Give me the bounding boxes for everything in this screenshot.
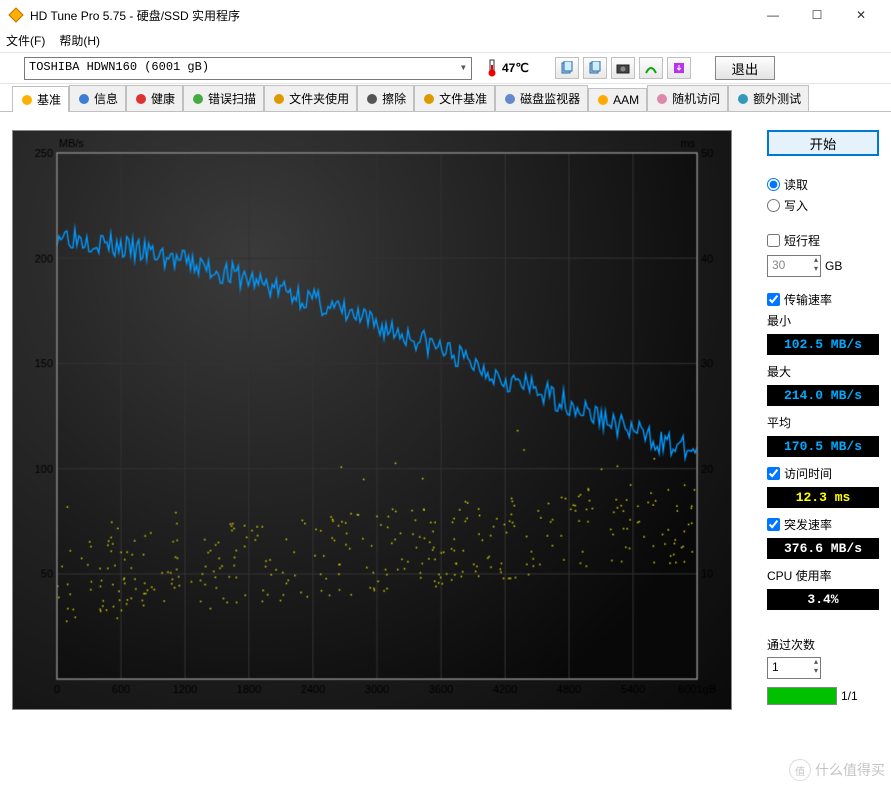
benchmark-chart	[12, 130, 732, 710]
tabbar: 基准信息健康错误扫描文件夹使用擦除文件基准磁盘监视器AAM随机访问额外测试	[0, 84, 891, 112]
drive-select[interactable]: TOSHIBA HDWN160 (6001 gB)	[24, 57, 472, 80]
short-stroke-spin[interactable]: 30	[767, 255, 821, 277]
min-value: 102.5 MB/s	[767, 334, 879, 355]
tab-icon	[272, 92, 286, 106]
tab-5[interactable]: 擦除	[357, 85, 414, 111]
menubar: 文件(F) 帮助(H)	[0, 30, 891, 52]
tab-0[interactable]: 基准	[12, 86, 69, 112]
tab-2[interactable]: 健康	[126, 85, 183, 111]
temperature: 47℃	[486, 59, 529, 77]
passes-label: 通过次数	[767, 636, 879, 653]
passes-spin[interactable]: 1	[767, 657, 821, 679]
gb-label: GB	[825, 259, 842, 273]
passes-progress-text: 1/1	[841, 689, 858, 703]
copy-text-button[interactable]	[555, 57, 579, 79]
menu-help[interactable]: 帮助(H)	[59, 32, 100, 50]
tab-icon	[77, 92, 91, 106]
tab-1[interactable]: 信息	[69, 85, 126, 111]
settings-button[interactable]	[639, 57, 663, 79]
side-panel: 开始 读取 写入 短行程 30 GB 传输速率 最小 102.5 MB/s 最大…	[767, 130, 879, 710]
thermometer-icon	[486, 59, 498, 77]
tab-icon	[365, 92, 379, 106]
read-radio[interactable]: 读取	[767, 176, 879, 193]
access-value: 12.3 ms	[767, 487, 879, 508]
tab-6[interactable]: 文件基准	[414, 85, 495, 111]
exit-button[interactable]: 退出	[715, 56, 775, 80]
temperature-value: 47℃	[502, 61, 529, 75]
tab-10[interactable]: 额外测试	[728, 85, 809, 111]
passes-progress	[767, 687, 837, 705]
tab-4[interactable]: 文件夹使用	[264, 85, 357, 111]
burst-value: 376.6 MB/s	[767, 538, 879, 559]
tab-icon	[596, 93, 610, 107]
screenshot-button[interactable]	[611, 57, 635, 79]
max-label: 最大	[767, 363, 879, 380]
tab-icon	[20, 93, 34, 107]
access-time-check[interactable]: 访问时间	[767, 465, 879, 482]
cpu-label: CPU 使用率	[767, 567, 879, 584]
toolbar-icons	[555, 57, 691, 79]
avg-value: 170.5 MB/s	[767, 436, 879, 457]
window-title: HD Tune Pro 5.75 - 硬盘/SSD 实用程序	[30, 7, 751, 24]
titlebar: HD Tune Pro 5.75 - 硬盘/SSD 实用程序 — ☐ ✕	[0, 0, 891, 30]
tab-8[interactable]: AAM	[588, 88, 647, 111]
start-button[interactable]: 开始	[767, 130, 879, 156]
transfer-rate-check[interactable]: 传输速率	[767, 291, 879, 308]
content: 开始 读取 写入 短行程 30 GB 传输速率 最小 102.5 MB/s 最大…	[0, 112, 891, 718]
cpu-value: 3.4%	[767, 589, 879, 610]
tab-icon	[134, 92, 148, 106]
write-radio[interactable]: 写入	[767, 197, 879, 214]
tab-icon	[655, 92, 669, 106]
app-icon	[8, 7, 24, 23]
minimize-button[interactable]: —	[751, 1, 795, 29]
tab-icon	[736, 92, 750, 106]
maximize-button[interactable]: ☐	[795, 1, 839, 29]
chart-area	[12, 130, 755, 710]
tab-icon	[422, 92, 436, 106]
burst-rate-check[interactable]: 突发速率	[767, 516, 879, 533]
avg-label: 平均	[767, 414, 879, 431]
watermark: 值 什么值得买	[789, 759, 885, 781]
max-value: 214.0 MB/s	[767, 385, 879, 406]
tab-icon	[191, 92, 205, 106]
min-label: 最小	[767, 312, 879, 329]
toolbar: TOSHIBA HDWN160 (6001 gB) 47℃ 退出	[0, 52, 891, 84]
copy-info-button[interactable]	[583, 57, 607, 79]
close-button[interactable]: ✕	[839, 1, 883, 29]
tab-3[interactable]: 错误扫描	[183, 85, 264, 111]
tab-icon	[503, 92, 517, 106]
watermark-icon: 值	[789, 759, 811, 781]
tab-9[interactable]: 随机访问	[647, 85, 728, 111]
tab-7[interactable]: 磁盘监视器	[495, 85, 588, 111]
save-button[interactable]	[667, 57, 691, 79]
short-stroke-check[interactable]: 短行程	[767, 232, 879, 249]
menu-file[interactable]: 文件(F)	[6, 32, 45, 50]
